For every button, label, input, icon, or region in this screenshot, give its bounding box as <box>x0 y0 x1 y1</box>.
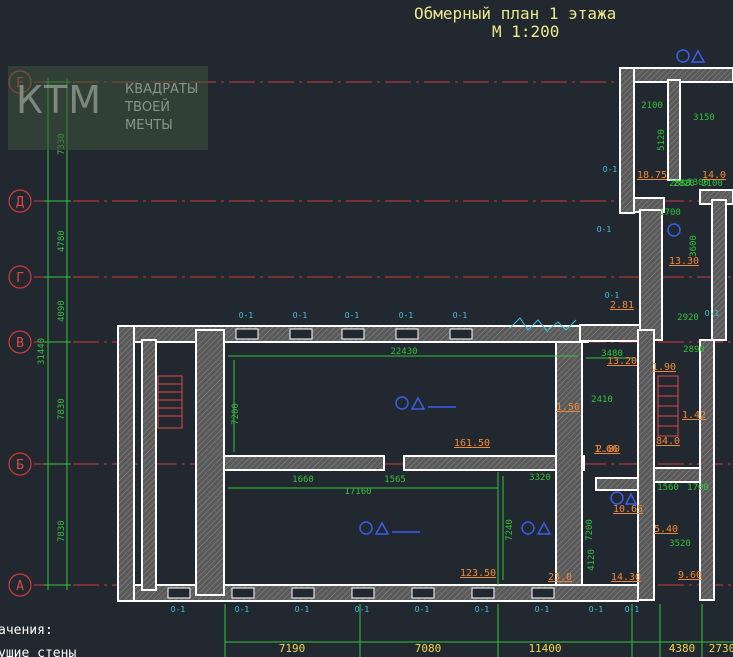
area-5-40: 5.40 <box>654 524 678 535</box>
axis-label-v: В <box>16 336 24 351</box>
dim-5120: 5120 <box>657 129 667 151</box>
dim-1700-b: 1700 <box>687 483 709 493</box>
axis-label-g: Г <box>16 271 24 286</box>
dim-2890: 2890 <box>683 345 705 355</box>
watermark-logo: КТМ КВАДРАТЫ ТВОЕЙ МЕЧТЫ <box>8 66 208 150</box>
dim-total: 31440 <box>37 338 47 365</box>
dim-left-2: 4780 <box>57 230 67 252</box>
area-10-65: 10.65 <box>613 504 643 515</box>
area-9-60: 9.60 <box>678 570 702 581</box>
dim-left-4: 7830 <box>57 398 67 420</box>
area-23-0: 23.0 <box>548 572 572 583</box>
logo-mark: КТМ <box>16 78 102 122</box>
window-mark-8: О-1 <box>295 605 310 614</box>
drawing-scale: М 1:200 <box>492 22 560 41</box>
axis-label-b: Б <box>16 458 24 473</box>
area-13-20: 13.20 <box>607 356 637 367</box>
window-mark-5: О-1 <box>453 311 468 320</box>
window-mark-11: О-1 <box>475 605 490 614</box>
dim-1660: 1660 <box>292 475 314 485</box>
logo-line-2: ТВОЕЙ <box>125 100 171 115</box>
dim-1560: 1560 <box>657 483 679 493</box>
dim-3320: 3320 <box>529 473 551 483</box>
dim-3150: 3150 <box>693 113 715 123</box>
area-14-0: 14.0 <box>702 170 726 181</box>
dim-22430: 22430 <box>390 347 417 357</box>
dim-left-3: 4090 <box>57 300 67 322</box>
area-18-75: 18.75 <box>637 170 667 181</box>
window-mark-12: О-1 <box>535 605 550 614</box>
window-mark-2: О-1 <box>293 311 308 320</box>
area-123-50: 123.50 <box>460 568 496 579</box>
drawing-canvas: Е Д Г В Б А 7330 4780 4090 7830 7830 314… <box>0 0 733 657</box>
window-mark-3: О-1 <box>345 311 360 320</box>
area-2-80: 2.80 <box>596 444 620 455</box>
dim-1565: 1565 <box>384 475 406 485</box>
dim-2100: 2100 <box>641 101 663 111</box>
dim-left-5: 7830 <box>57 520 67 542</box>
dim-7240: 7240 <box>505 519 515 541</box>
dim-bottom-1: 7190 <box>279 642 306 655</box>
dim-4120: 4120 <box>587 549 597 571</box>
area-1-42: 1.42 <box>682 410 706 421</box>
area-2-81: 2.81 <box>610 300 634 311</box>
area-1-90: 1.90 <box>652 362 676 373</box>
dim-bottom-3: 11400 <box>528 642 561 655</box>
dim-bottom-5: 2730 <box>709 642 733 655</box>
axis-label-d: Д <box>16 195 24 210</box>
dim-7200: 7200 <box>231 403 241 425</box>
window-mark-4: О-1 <box>399 311 414 320</box>
window-mark-6: О-1 <box>171 605 186 614</box>
window-mark-18: О-1 <box>705 309 720 318</box>
area-1-56: 1.56 <box>556 402 580 413</box>
axis-label-a: А <box>16 579 24 594</box>
window-mark-16: О-1 <box>603 165 618 174</box>
window-mark-1: О-1 <box>239 311 254 320</box>
dim-3520: 3520 <box>669 539 691 549</box>
window-mark-10: О-1 <box>415 605 430 614</box>
area-84-0: 84.0 <box>656 436 680 447</box>
window-mark-17: О-1 <box>605 291 620 300</box>
dim-7200-b: 7200 <box>585 519 595 541</box>
window-mark-9: О-1 <box>355 605 370 614</box>
dim-1700: 1700 <box>659 208 681 218</box>
logo-line-3: МЕЧТЫ <box>125 118 173 133</box>
dim-3600: 3600 <box>689 235 699 257</box>
legend-heading: ачения: <box>0 623 53 638</box>
area-14-30: 14.30 <box>611 572 641 583</box>
window-mark-13: О-1 <box>589 605 604 614</box>
drawing-title: Обмерный план 1 этажа <box>414 4 617 23</box>
stair-right <box>657 375 679 437</box>
stair-left <box>157 375 183 429</box>
dim-2410: 2410 <box>591 395 613 405</box>
legend-item: ушие стены <box>0 646 77 657</box>
dim-17160: 17160 <box>344 487 371 497</box>
dim-bottom-4: 4380 <box>669 642 696 655</box>
area-161-50: 161.50 <box>454 438 490 449</box>
logo-line-1: КВАДРАТЫ <box>125 82 199 97</box>
window-mark-7: О-1 <box>235 605 250 614</box>
dim-bottom-2: 7080 <box>415 642 442 655</box>
walls <box>117 67 733 602</box>
dim-2920: 2920 <box>677 313 699 323</box>
area-13-30: 13.30 <box>669 256 699 267</box>
window-mark-15: О-1 <box>597 225 612 234</box>
window-mark-14: О-1 <box>625 605 640 614</box>
dim-2820: 2820 <box>673 179 695 189</box>
